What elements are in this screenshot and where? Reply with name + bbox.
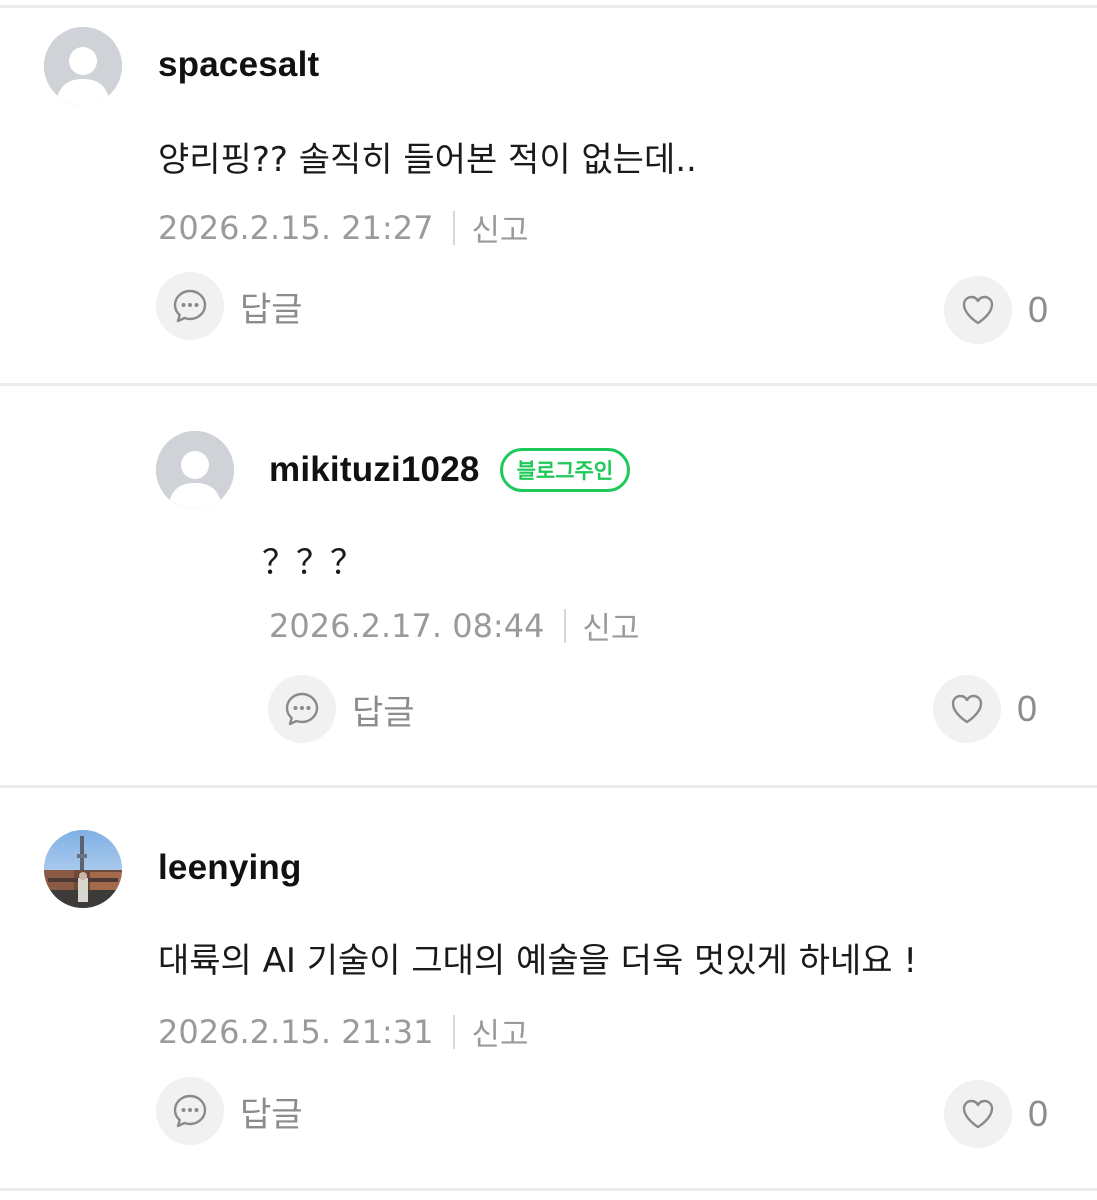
reply-label: 답글 [240,1094,303,1135]
reply-button[interactable]: 답글 [156,1077,303,1145]
heart-icon [951,694,983,724]
reply-button[interactable]: 답글 [268,675,415,743]
comment-header: spacesalt [158,40,319,90]
comment-meta: 2026.2.15. 21:31 신고 [158,1009,528,1054]
username[interactable]: leenying [158,848,302,888]
bottom-divider [0,1188,1097,1191]
avatar[interactable] [156,431,234,509]
meta-separator [453,210,456,245]
reply-icon-wrap [156,1077,224,1145]
speech-bubble-icon [285,692,319,726]
heart-icon [962,1099,994,1129]
comment-text: ？？？ [262,543,364,583]
like-count: 0 [1028,1093,1049,1134]
heart-icon [962,295,994,325]
like-icon-wrap [933,675,1001,743]
like-button[interactable]: 0 [944,276,1048,344]
reply-label: 답글 [240,289,303,330]
reply-icon-wrap [268,675,336,743]
like-icon-wrap [944,1080,1012,1148]
timestamp: 2026.2.15. 21:27 [158,208,434,247]
comment-meta: 2026.2.15. 21:27 신고 [158,205,528,250]
comment-header: leenying [158,843,302,893]
timestamp: 2026.2.17. 08:44 [269,606,545,645]
speech-bubble-icon [173,289,207,323]
comment-item: mikituzi1028 블로그주인 ？？？ 2026.2.17. 08:44 … [0,385,1097,787]
report-link[interactable]: 신고 [471,1009,528,1054]
reply-icon-wrap [156,272,224,340]
report-link[interactable]: 신고 [471,205,528,250]
reply-button[interactable]: 답글 [156,272,303,340]
person-silhouette-icon [156,431,234,509]
photo-avatar-image [44,830,122,908]
like-count: 0 [1028,289,1049,330]
comment-header: mikituzi1028 블로그주인 [269,445,631,495]
comment-item: leenying 대륙의 AI 기술이 그대의 예술을 더욱 멋있게 하네요 !… [0,787,1097,1192]
comment-item: spacesalt 양리핑?? 솔직히 들어본 적이 없는데.. 2026.2.… [0,0,1097,385]
meta-separator [453,1014,456,1049]
like-button[interactable]: 0 [944,1080,1048,1148]
blog-owner-badge: 블로그주인 [499,448,631,492]
timestamp: 2026.2.15. 21:31 [158,1012,434,1051]
person-silhouette-icon [44,27,122,105]
avatar[interactable] [44,27,122,105]
comment-text: 대륙의 AI 기술이 그대의 예술을 더욱 멋있게 하네요 ! [158,941,917,981]
comment-meta: 2026.2.17. 08:44 신고 [269,603,639,648]
meta-separator [564,608,567,643]
like-button[interactable]: 0 [933,675,1037,743]
like-icon-wrap [944,276,1012,344]
like-count: 0 [1017,688,1038,729]
username[interactable]: mikituzi1028 [269,450,480,490]
speech-bubble-icon [173,1094,207,1128]
comment-text: 양리핑?? 솔직히 들어본 적이 없는데.. [158,140,697,180]
username[interactable]: spacesalt [158,45,319,85]
avatar[interactable] [44,830,122,908]
report-link[interactable]: 신고 [582,603,639,648]
reply-label: 답글 [352,692,415,733]
